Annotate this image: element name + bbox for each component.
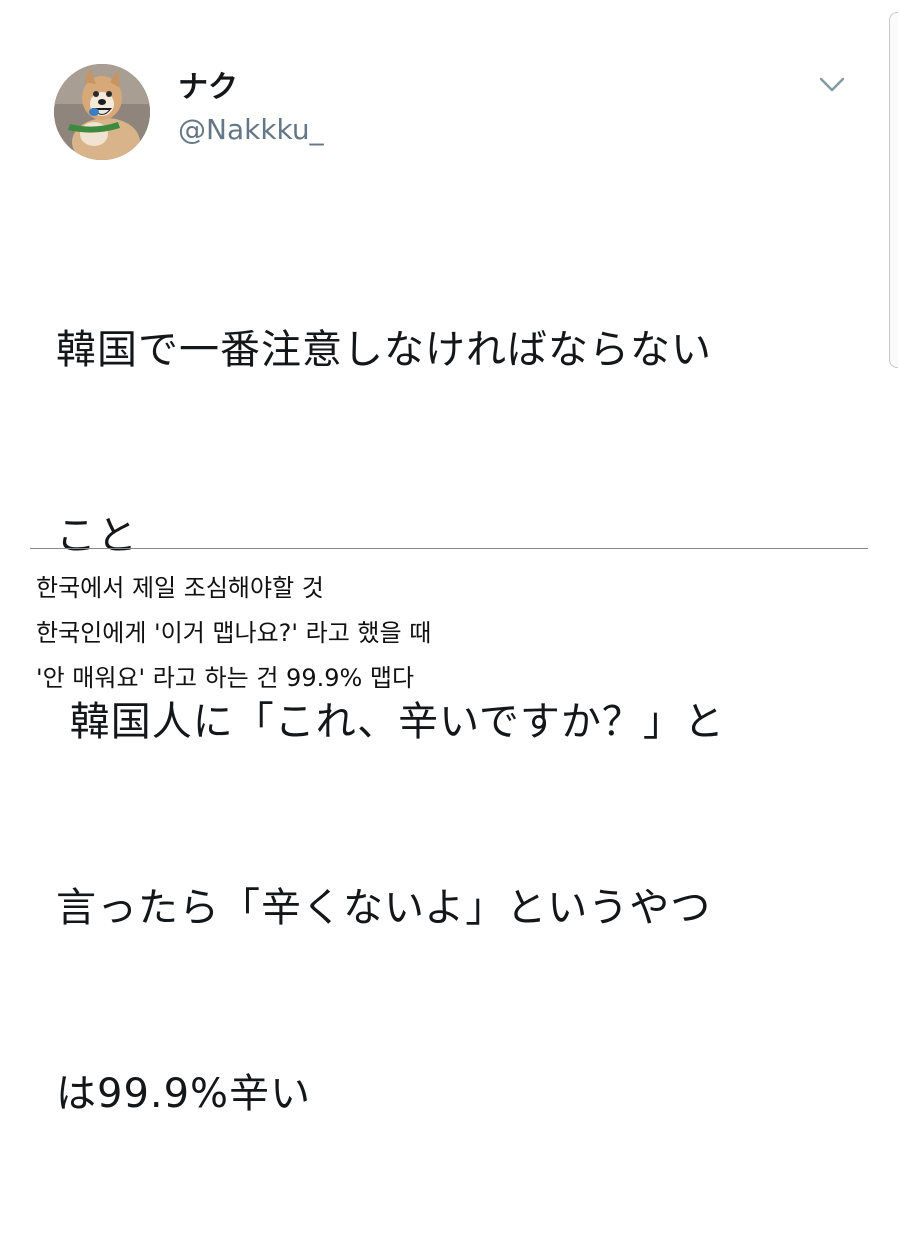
tweet-text-line: 韓国で一番注意しなければならない — [56, 327, 712, 373]
translation-line: 한국인에게 '이거 맵나요?' 라고 했을 때 — [36, 619, 432, 647]
tweet-text-line: 言ったら「辛くないよ」というやつ — [56, 885, 712, 931]
translation-line: '안 매워요' 라고 하는 건 99.9% 맵다 — [36, 664, 415, 692]
user-handle[interactable]: @Nakkku_ — [178, 113, 324, 147]
tweet-card: ナク @Nakkku_ 韓国で一番注意しなければならない こと 韓国人に「これ、… — [0, 0, 888, 1117]
divider — [30, 548, 868, 549]
tweet-text-line: こと — [56, 513, 138, 559]
avatar[interactable] — [54, 64, 150, 160]
translation-line: 한국에서 제일 조심해야할 것 — [36, 574, 324, 602]
dog-avatar-icon — [54, 64, 150, 160]
scrollbar[interactable] — [889, 12, 898, 368]
display-name[interactable]: ナク — [178, 70, 238, 106]
tweet-text: 韓国で一番注意しなければならない こと 韓国人に「これ、辛いですか？」と 言った… — [56, 195, 846, 1249]
chevron-down-icon[interactable] — [816, 72, 848, 96]
korean-translation: 한국에서 제일 조심해야할 것 한국인에게 '이거 맵나요?' 라고 했을 때 … — [36, 566, 856, 701]
tweet-text-line: は99.9%辛い — [56, 1071, 312, 1117]
